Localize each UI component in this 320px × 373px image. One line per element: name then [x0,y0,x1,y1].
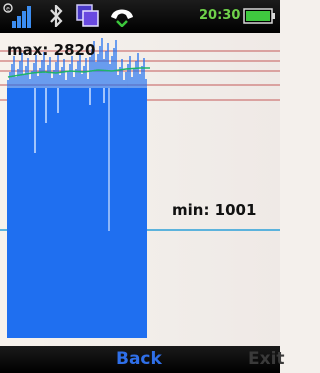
battery-full-icon [243,8,275,24]
multitask-icon [76,4,99,27]
call-in-progress-icon [111,9,133,27]
max-value-label: max: 2820 [7,41,96,59]
graph-screen: max: 2820 min: 1001 [0,33,280,346]
signal-strength-icon [12,6,31,28]
clock: 20:30 [199,8,241,23]
back-softkey[interactable]: Back [116,349,162,369]
softkey-bar: Back Exit [0,346,285,373]
svg-text:e: e [6,6,10,13]
min-value-label: min: 1001 [172,201,257,219]
exit-softkey[interactable]: Exit [248,349,285,369]
history-graph [0,38,280,338]
plot-area-fill [7,88,147,338]
trend-line [7,67,150,78]
bluetooth-icon [50,5,63,27]
status-bar: e 20:30 [0,0,280,33]
